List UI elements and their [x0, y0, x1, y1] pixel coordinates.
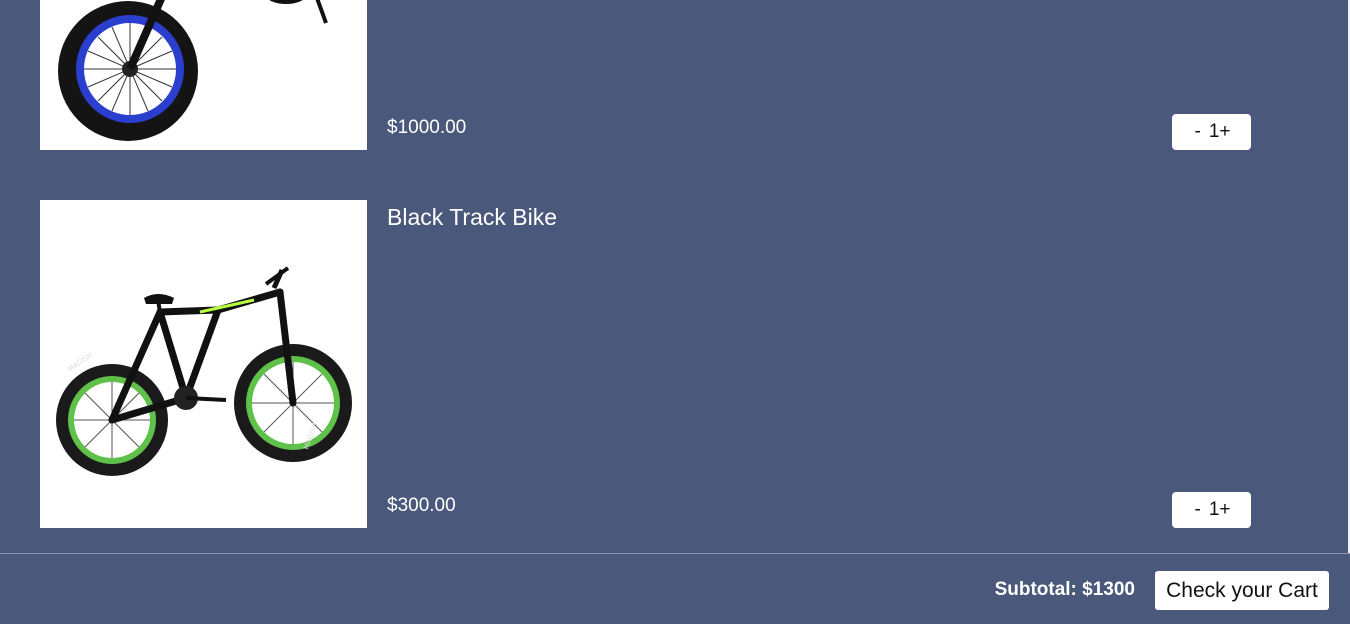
product-name[interactable]: Black Track Bike [387, 203, 557, 231]
product-image[interactable]: MAGISH MAGISH [40, 200, 367, 528]
product-price: $300.00 [387, 495, 456, 516]
quantity-stepper: - 1 + [1172, 114, 1251, 150]
quantity-stepper: - 1 + [1172, 492, 1251, 528]
subtotal-text: Subtotal: $1300 [994, 579, 1135, 600]
increase-quantity-button[interactable]: + [1219, 114, 1230, 150]
quantity-value: 1 [1208, 499, 1220, 520]
cart-footer: Subtotal: $1300 Check your Cart [0, 553, 1350, 624]
product-price: $1000.00 [387, 117, 467, 138]
cart-item: MAGISH MAGISH Black Track Bike $300.00 -… [40, 200, 1251, 528]
decrease-quantity-button[interactable]: - [1194, 114, 1200, 150]
quantity-value: 1 [1208, 121, 1220, 142]
check-cart-button[interactable]: Check your Cart [1155, 571, 1329, 610]
product-image[interactable] [40, 0, 367, 150]
increase-quantity-button[interactable]: + [1219, 492, 1230, 528]
green-fat-tire-bike-image: MAGISH MAGISH [40, 200, 367, 528]
blue-fat-tire-bike-image [40, 0, 367, 150]
cart-item: $1000.00 - 1 + [40, 0, 1251, 150]
decrease-quantity-button[interactable]: - [1194, 492, 1200, 528]
